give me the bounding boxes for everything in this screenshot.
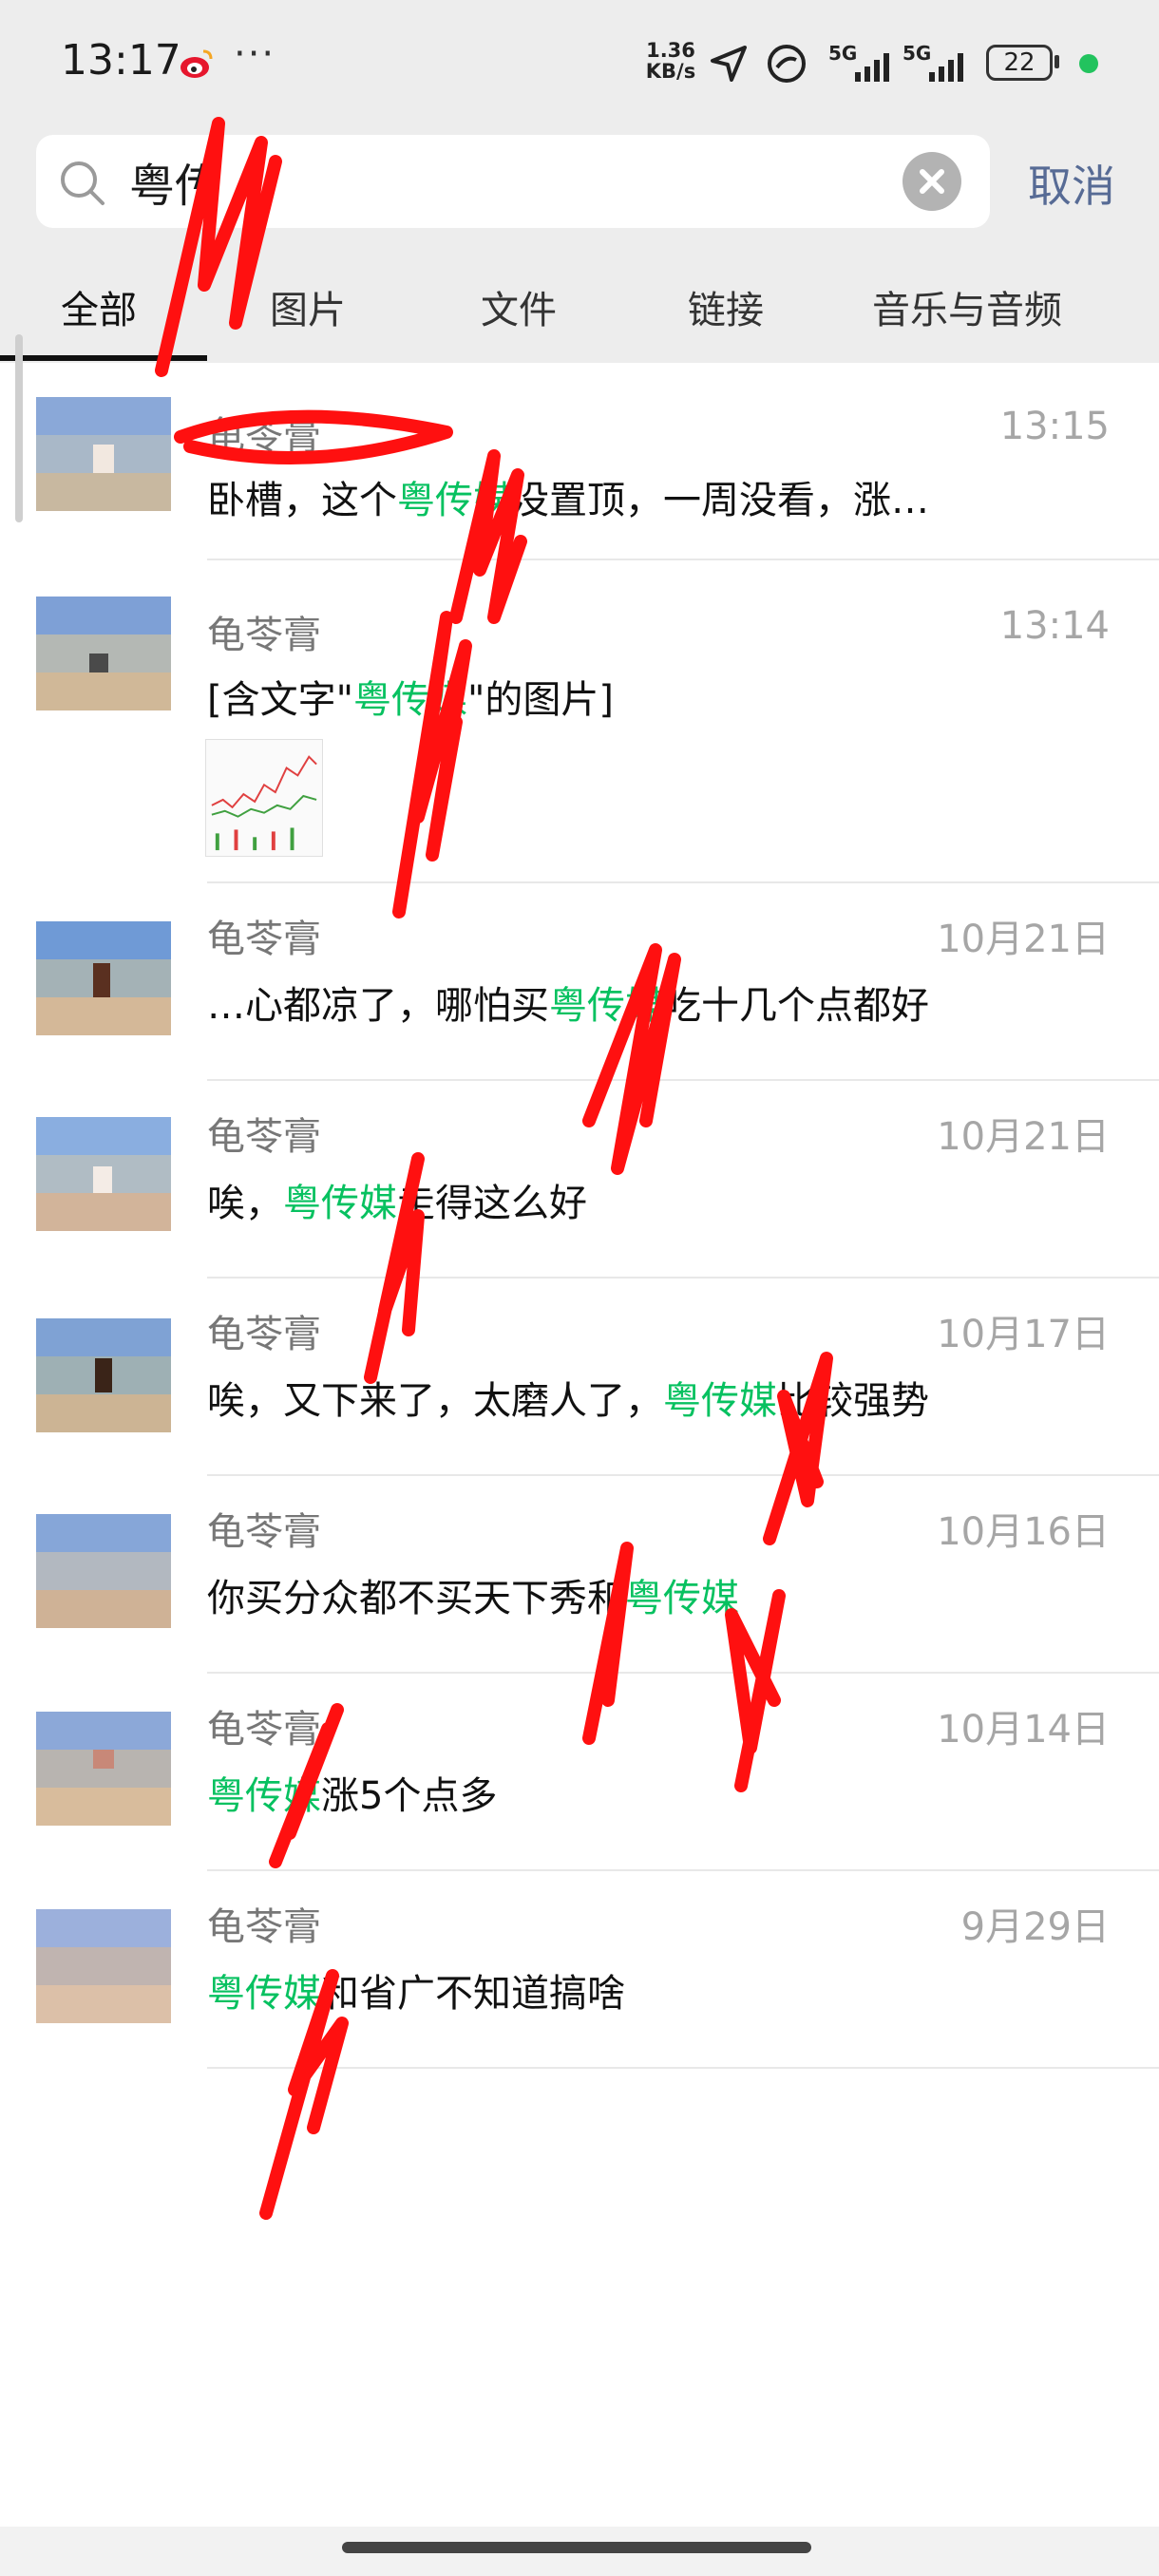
more-dots: ··· <box>234 32 276 76</box>
result-sender: 龟苓膏 <box>207 614 321 657</box>
avatar <box>36 1117 171 1231</box>
avatar <box>36 1318 171 1432</box>
tab-links[interactable]: 链接 <box>688 279 764 334</box>
result-sender: 龟苓膏 <box>207 1115 321 1159</box>
result-item[interactable]: 龟苓膏 13:15 卧槽，这个粤传媒没置顶，一周没看，涨… <box>0 363 1159 560</box>
tab-active-underline <box>0 355 207 361</box>
result-time: 10月16日 <box>937 1510 1110 1554</box>
network-speed-value: 1.36 <box>646 39 695 62</box>
result-time: 10月17日 <box>937 1313 1110 1356</box>
result-sender: 龟苓膏 <box>207 918 321 961</box>
result-item[interactable]: 龟苓膏 10月17日 唉，又下来了，太磨人了，粤传媒比较强势 <box>0 1279 1159 1476</box>
avatar <box>36 597 171 710</box>
avatar <box>36 1712 171 1826</box>
result-item[interactable]: 龟苓膏 10月14日 粤传媒涨5个点多 <box>0 1674 1159 1871</box>
result-time: 9月29日 <box>960 1905 1110 1949</box>
result-message: 卧槽，这个粤传媒没置顶，一周没看，涨… <box>207 479 929 522</box>
result-time: 10月14日 <box>937 1708 1110 1752</box>
link-icon <box>768 45 806 83</box>
result-time: 10月21日 <box>937 918 1110 961</box>
tab-images[interactable]: 图片 <box>270 279 346 334</box>
result-item[interactable]: 龟苓膏 10月21日 唉，粤传媒走得这么好 <box>0 1081 1159 1279</box>
avatar <box>36 921 171 1035</box>
result-time: 13:15 <box>999 405 1110 448</box>
result-sender: 龟苓膏 <box>207 1313 321 1356</box>
result-time: 13:14 <box>999 604 1110 648</box>
search-input[interactable] <box>129 152 908 211</box>
result-time: 10月21日 <box>937 1115 1110 1159</box>
network-speed: 1.36 KB/s <box>640 40 701 82</box>
search-box[interactable] <box>36 135 990 228</box>
status-bar: 13:17 ··· 1.36 KB/s 5G 5G 22 <box>0 0 1159 125</box>
tab-all[interactable]: 全部 <box>61 279 137 334</box>
image-thumbnail[interactable] <box>205 739 323 857</box>
home-indicator[interactable] <box>342 2542 811 2553</box>
tab-music-audio[interactable]: 音乐与音频 <box>872 279 1062 334</box>
battery-icon: 22 <box>986 45 1053 81</box>
divider <box>207 2067 1159 2069</box>
weibo-icon <box>180 49 213 78</box>
result-sender: 龟苓膏 <box>207 1708 321 1752</box>
network-speed-unit: KB/s <box>645 60 696 83</box>
result-sender: 龟苓膏 <box>207 1510 321 1554</box>
green-dot-icon <box>1079 54 1098 73</box>
result-message: 你买分众都不买天下秀和粤传媒 <box>207 1577 739 1620</box>
avatar <box>36 1909 171 2023</box>
signal-icon: 5G <box>902 42 973 84</box>
result-sender: 龟苓膏 <box>207 1905 321 1949</box>
result-message: 唉，又下来了，太磨人了，粤传媒比较强势 <box>207 1379 929 1423</box>
signal-icon: 5G <box>828 42 899 84</box>
battery-cap <box>1054 55 1059 68</box>
result-item[interactable]: 龟苓膏 13:14 [含文字"粤传媒"的图片] <box>0 560 1159 883</box>
result-message: 粤传媒和省广不知道搞啥 <box>207 1972 625 2016</box>
result-message: 唉，粤传媒走得这么好 <box>207 1182 587 1225</box>
result-item[interactable]: 龟苓膏 9月29日 粤传媒和省广不知道搞啥 <box>0 1871 1159 2069</box>
avatar <box>36 397 171 511</box>
status-time: 13:17 <box>61 36 181 85</box>
filter-tabs: 全部 图片 文件 链接 音乐与音频 <box>0 255 1159 363</box>
result-item[interactable]: 龟苓膏 10月16日 你买分众都不买天下秀和粤传媒 <box>0 1476 1159 1674</box>
result-message: …心都凉了，哪怕买粤传媒吃十几个点都好 <box>207 984 929 1028</box>
result-item[interactable]: 龟苓膏 10月21日 …心都凉了，哪怕买粤传媒吃十几个点都好 <box>0 883 1159 1081</box>
result-message: 粤传媒涨5个点多 <box>207 1774 498 1818</box>
result-sender: 龟苓膏 <box>207 414 321 458</box>
cancel-button[interactable]: 取消 <box>1028 152 1115 215</box>
search-icon <box>61 161 104 205</box>
result-message: [含文字"粤传媒"的图片] <box>207 678 615 722</box>
avatar <box>36 1514 171 1628</box>
location-arrow-icon <box>711 46 747 82</box>
clear-icon[interactable] <box>902 152 961 211</box>
tab-files[interactable]: 文件 <box>481 279 557 334</box>
